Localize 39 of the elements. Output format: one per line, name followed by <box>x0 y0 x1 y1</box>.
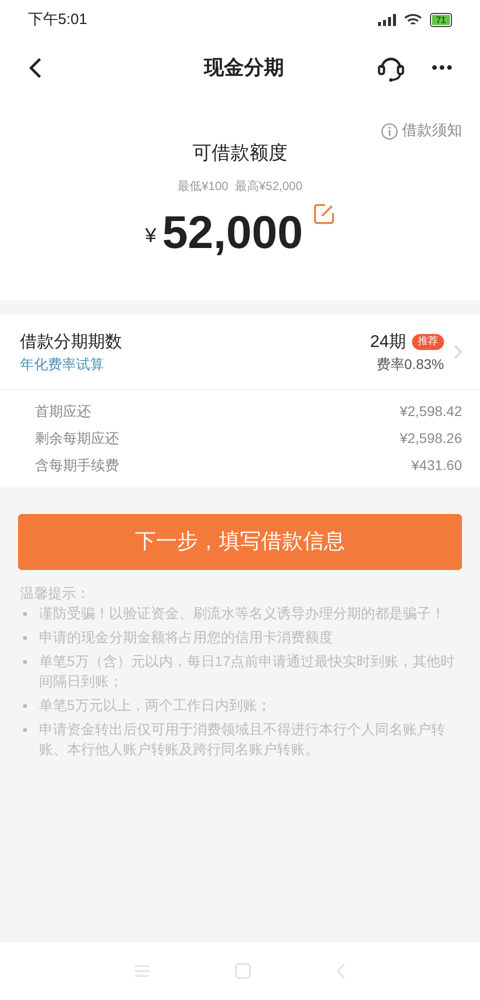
wifi-icon <box>404 14 422 26</box>
tip-text: 单笔5万元以上，两个工作日内到账； <box>39 696 271 715</box>
limit-range: 最低¥100 最高¥52,000 <box>178 178 302 194</box>
bullet-icon <box>23 660 27 664</box>
tip-text: 单笔5万（含）元以内，每日17点前申请通过最快实时到账，其他时间隔日到账； <box>39 652 456 691</box>
bullet-icon <box>23 636 27 640</box>
tips-title: 温馨提示： <box>20 584 91 603</box>
bullet-icon <box>23 704 27 708</box>
detail-label: 剩余每期应还 <box>35 429 119 448</box>
rate-calculator-link[interactable]: 年化费率试算 <box>20 354 122 376</box>
signal-icon <box>378 14 396 26</box>
detail-value: ¥2,598.26 <box>400 429 462 448</box>
status-time: 下午5:01 <box>28 10 88 30</box>
limit-label: 可借款额度 <box>192 142 288 166</box>
installment-row[interactable]: 借款分期期数 年化费率试算 24期 推荐 费率0.83% <box>0 315 480 390</box>
detail-value: ¥431.60 <box>411 456 462 475</box>
detail-label: 含每期手续费 <box>35 456 119 475</box>
loan-amount: 52,000 <box>162 206 303 256</box>
installment-label: 借款分期期数 <box>20 330 122 353</box>
edit-icon[interactable] <box>312 202 335 224</box>
detail-label: 首期应还 <box>35 402 91 421</box>
recommended-badge: 推荐 <box>412 334 444 350</box>
page-title: 现金分期 <box>204 56 284 80</box>
next-step-button[interactable]: 下一步，填写借款信息 <box>18 514 462 570</box>
tip-text: 申请资金转出后仅可用于消费领域且不得进行本行个人同名账户转账、本行他人账户转账及跨行同名账户转账。 <box>39 720 446 759</box>
currency-symbol: ¥ <box>145 224 156 248</box>
fee-rate: 费率0.83% <box>376 355 444 374</box>
info-icon <box>381 122 398 140</box>
tip-text: 谨防受骗！以验证资金、刷流水等名义诱导办理分期的都是骗子！ <box>39 604 445 623</box>
loan-notice-link[interactable]: 借款须知 <box>381 120 462 142</box>
tip-text: 申请的现金分期金额将占用您的信用卡消费额度 <box>39 628 333 647</box>
more-icon[interactable] <box>432 65 452 70</box>
detail-value: ¥2,598.42 <box>400 402 462 421</box>
battery-indicator: 71 <box>430 13 452 27</box>
bullet-icon <box>23 728 27 732</box>
installment-term: 24期 <box>370 330 406 353</box>
back-icon[interactable] <box>28 56 42 78</box>
bullet-icon <box>23 612 27 616</box>
chevron-right-icon <box>454 345 462 359</box>
